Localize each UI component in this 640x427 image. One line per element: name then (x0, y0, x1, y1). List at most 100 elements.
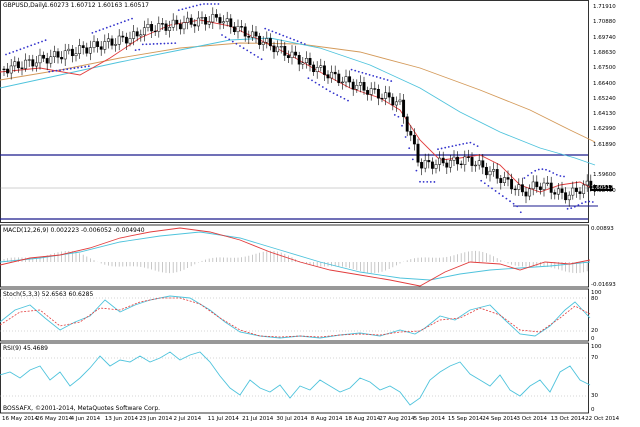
sar-dot (483, 182, 486, 185)
sar-dot (422, 180, 425, 183)
sar-dot (239, 45, 241, 47)
date-tick-label: 3 Oct 2014 (516, 416, 548, 422)
sar-dot (361, 71, 364, 74)
candle-body (204, 17, 208, 25)
rsi-axis-0: 0 (591, 407, 595, 413)
date-tick-label: 26 May 2014 (36, 416, 73, 422)
sar-dot (534, 169, 537, 172)
candle-body (250, 31, 254, 38)
candle-body (164, 23, 168, 31)
sar-dot (77, 66, 79, 69)
date-tick-label: 18 Aug 2014 (345, 416, 381, 422)
price-tick-label: 1.62990 (593, 126, 616, 133)
chart-header-symbol: GBPUSD,Daily (3, 2, 46, 9)
candle-body (373, 88, 377, 90)
sar-dot (66, 68, 69, 71)
candle-body (207, 21, 211, 25)
sar-dot (545, 168, 547, 171)
candle-body (70, 48, 74, 57)
sar-dot (552, 172, 555, 174)
candle-body (178, 23, 182, 30)
candle-body (441, 157, 445, 164)
sar-dot (174, 42, 177, 45)
candle-body (67, 48, 71, 52)
sar-dot (588, 200, 591, 203)
sar-dot (48, 70, 51, 73)
sar-dot (55, 69, 58, 72)
candle-body (52, 51, 56, 58)
sar-dot (469, 141, 472, 144)
candle-body (96, 41, 100, 47)
candle-body (427, 160, 431, 163)
candle-body (258, 35, 262, 45)
sar-dot (476, 145, 479, 148)
sar-dot (19, 48, 22, 51)
sar-dot (365, 72, 367, 75)
candle-body (582, 184, 586, 194)
candle-body (420, 162, 424, 169)
candle-body (312, 64, 316, 73)
sar-dot (390, 80, 393, 82)
sar-dot (257, 56, 259, 58)
sar-dot (505, 197, 508, 200)
sar-dot (141, 43, 144, 46)
sar-dot (336, 94, 339, 96)
candle-body (114, 44, 118, 46)
candle-body (564, 192, 568, 201)
sar-dot (206, 3, 209, 5)
candle-body (222, 21, 226, 24)
sar-dot (577, 204, 580, 206)
candle-body (92, 41, 96, 48)
candle-body (196, 17, 200, 27)
sar-dot (217, 3, 220, 5)
price-chart[interactable] (0, 0, 640, 427)
price-tick-label: 1.65240 (593, 95, 616, 102)
sar-dot (185, 7, 187, 10)
stoch-main-line (0, 295, 591, 339)
candle-body (211, 14, 215, 23)
candle-body (150, 24, 154, 32)
sar-dot (102, 28, 105, 30)
candle-body (348, 76, 352, 83)
sar-dot (192, 5, 195, 8)
candle-body (243, 26, 247, 37)
sar-dot (563, 175, 565, 178)
sar-dot (498, 192, 501, 195)
sar-dot (113, 24, 115, 26)
candle-body (88, 47, 92, 54)
candle-body (571, 187, 575, 196)
candle-body (16, 61, 20, 69)
sar-dot (26, 45, 29, 48)
sar-dot (105, 26, 108, 29)
sar-dot (480, 179, 483, 182)
candle-body (294, 51, 298, 56)
macd-main-line (0, 227, 591, 287)
candle-body (398, 99, 402, 103)
candle-body (474, 164, 478, 167)
sar-dot (401, 124, 403, 127)
candle-body (344, 76, 348, 83)
sar-dot (163, 42, 166, 45)
sar-dot (584, 201, 587, 203)
date-tick-label: 27 Aug 2014 (379, 416, 415, 422)
sar-dot (289, 37, 292, 40)
sar-dot (210, 3, 213, 5)
sar-dot (548, 170, 551, 173)
sar-dot (159, 42, 162, 45)
sar-dot (242, 47, 245, 50)
sar-dot (282, 34, 285, 37)
candlestick-series[interactable] (2, 7, 596, 207)
sar-dot (440, 147, 443, 150)
candle-body (63, 50, 67, 60)
sar-dot (372, 74, 375, 77)
sar-dot (271, 30, 274, 33)
sar-dot (249, 51, 252, 54)
candle-body (157, 23, 161, 32)
sar-dot (138, 48, 141, 51)
sar-dot (516, 205, 519, 208)
price-tick-label: 1.61890 (593, 141, 616, 148)
sma-slow-line (0, 42, 596, 143)
sar-dot (23, 47, 25, 49)
sar-dot (570, 207, 573, 210)
candle-body (546, 182, 550, 185)
